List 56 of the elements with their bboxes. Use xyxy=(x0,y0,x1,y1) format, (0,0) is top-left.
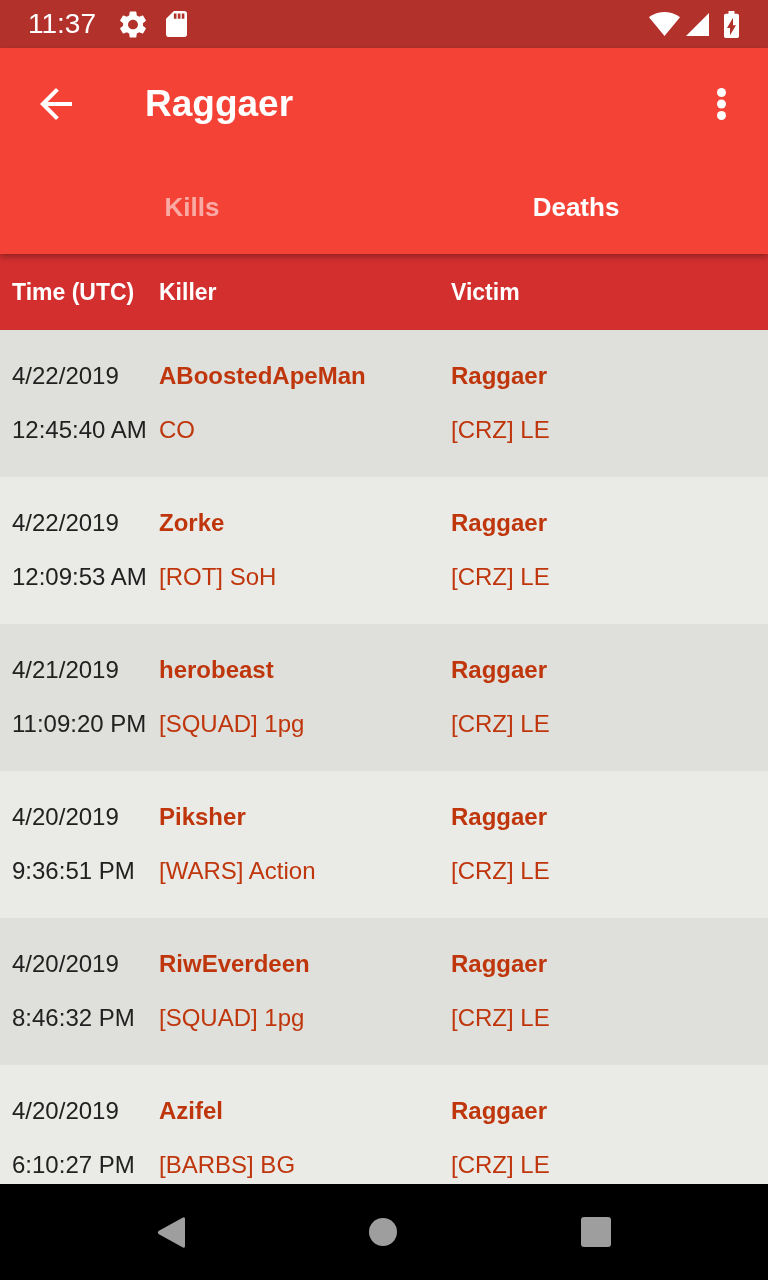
status-time: 11:37 xyxy=(28,8,96,40)
killer-guild: [ROT] SoH xyxy=(159,562,277,592)
victim-name: Raggaer xyxy=(451,508,548,538)
column-header: Time (UTC) xyxy=(12,278,136,307)
time-text: 12:45:40 AM xyxy=(12,415,147,445)
table-row[interactable]: 4/22/2019 ABoostedApeMan Raggaer 12:45:40 AM CO [CRZ] LE xyxy=(0,330,768,477)
victim-name: Raggaer xyxy=(451,361,548,391)
triangle-icon[interactable] xyxy=(157,1215,185,1249)
battery-charging-icon xyxy=(724,10,739,38)
column-header: Victim xyxy=(451,278,521,307)
tab[interactable]: Deaths xyxy=(384,160,768,254)
table-row[interactable]: 4/21/2019 herobeast Raggaer 11:09:20 PM [SQUAD] 1pg [CRZ] LE xyxy=(0,624,768,771)
table-row[interactable]: 4/20/2019 RiwEverdeen Raggaer 8:46:32 PM [SQUAD] 1pg [CRZ] LE xyxy=(0,918,768,1065)
victim-name: Raggaer xyxy=(451,949,548,979)
more-vertical-icon xyxy=(716,88,727,120)
victim-guild: [CRZ] LE xyxy=(451,415,550,445)
date-text: 4/22/2019 xyxy=(12,508,119,538)
victim-guild: [CRZ] LE xyxy=(451,562,550,592)
killer-name: Zorke xyxy=(159,508,225,538)
signal-icon xyxy=(686,12,709,36)
killer-guild: [SQUAD] 1pg xyxy=(159,709,305,739)
killer-guild: CO xyxy=(159,415,195,445)
killer-name: herobeast xyxy=(159,655,274,685)
back-button[interactable] xyxy=(40,88,72,120)
victim-guild: [CRZ] LE xyxy=(451,856,550,886)
date-text: 4/22/2019 xyxy=(12,361,119,391)
time-text: 12:09:53 AM xyxy=(12,562,147,592)
victim-guild: [CRZ] LE xyxy=(451,1150,550,1180)
victim-guild: [CRZ] LE xyxy=(451,709,550,739)
time-text: 8:46:32 PM xyxy=(12,1003,135,1033)
date-text: 4/20/2019 xyxy=(12,802,119,832)
victim-name: Raggaer xyxy=(451,655,548,685)
circle-icon[interactable] xyxy=(369,1218,397,1246)
date-text: 4/20/2019 xyxy=(12,1096,119,1126)
killer-guild: [BARBS] BG xyxy=(159,1150,296,1180)
back-arrow-icon xyxy=(40,88,72,120)
victim-name: Raggaer xyxy=(451,802,548,832)
killer-name: ABoostedApeMan xyxy=(159,361,366,391)
date-text: 4/20/2019 xyxy=(12,949,119,979)
time-text: 11:09:20 PM xyxy=(12,709,147,739)
time-text: 6:10:27 PM xyxy=(12,1150,135,1180)
victim-name: Raggaer xyxy=(451,1096,548,1126)
column-header: Killer xyxy=(159,278,218,307)
sd-card-icon xyxy=(166,11,187,37)
victim-guild: [CRZ] LE xyxy=(451,1003,550,1033)
more-button[interactable] xyxy=(716,88,727,120)
killer-guild: [SQUAD] 1pg xyxy=(159,1003,305,1033)
time-text: 9:36:51 PM xyxy=(12,856,135,886)
settings-icon xyxy=(120,10,146,38)
killer-name: Azifel xyxy=(159,1096,223,1126)
killer-guild: [WARS] Action xyxy=(159,856,316,886)
killer-name: Piksher xyxy=(159,802,246,832)
app-title: Raggaer xyxy=(145,82,294,126)
date-text: 4/21/2019 xyxy=(12,655,119,685)
wifi-icon xyxy=(649,12,680,36)
killer-name: RiwEverdeen xyxy=(159,949,310,979)
